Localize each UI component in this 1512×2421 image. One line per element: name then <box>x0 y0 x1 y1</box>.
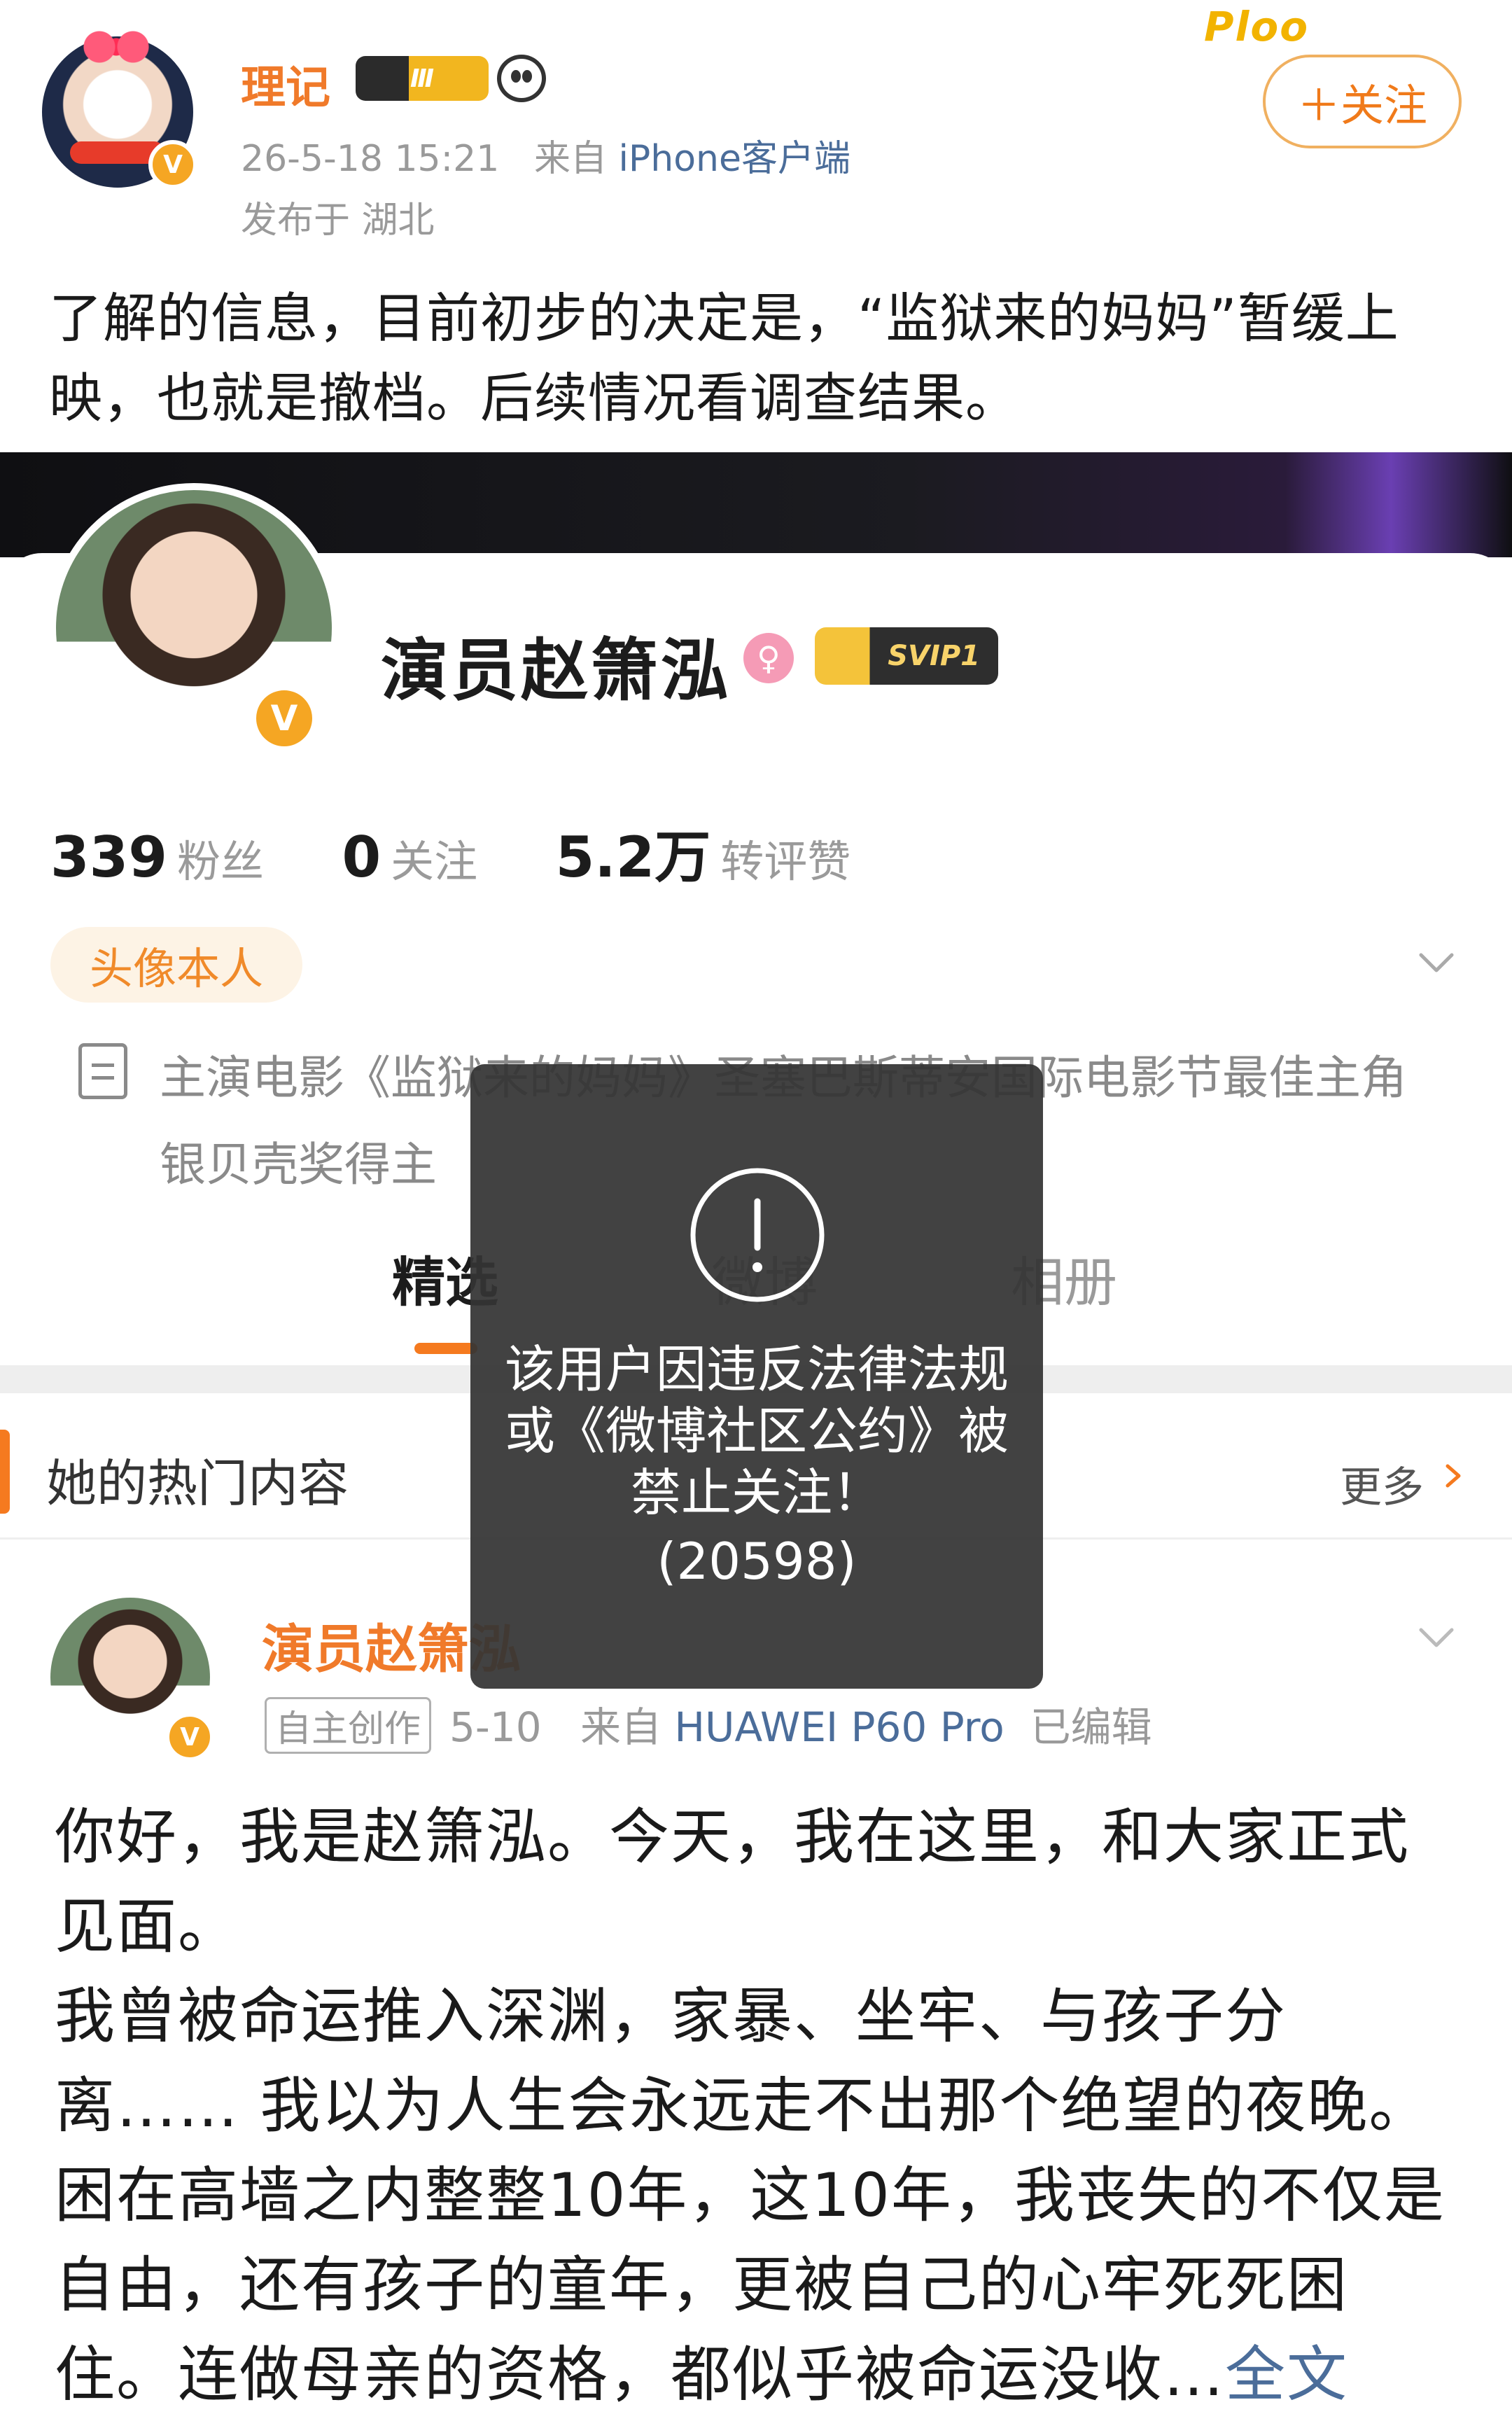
top-post-avatar[interactable]: V <box>42 29 197 189</box>
following-count[interactable]: 0 <box>342 825 381 890</box>
level-badge-icon: Ⅲ <box>356 56 489 101</box>
profile-name: 演员赵箫泓 <box>381 632 731 710</box>
post-meta: 自主创作 5-10 来自 HUAWEI P60 Pro 已编辑 <box>265 1694 1152 1754</box>
chevron-down-icon[interactable] <box>1417 942 1456 982</box>
interactions-count[interactable]: 5.2万 <box>556 825 711 890</box>
post-author-avatar[interactable]: V <box>50 1598 214 1761</box>
post-date: 5-10 <box>449 1703 542 1751</box>
verified-badge-icon: V <box>165 1712 214 1761</box>
chevron-right-icon[interactable] <box>1441 1463 1466 1488</box>
exclamation-circle-icon <box>690 1168 825 1302</box>
top-post-meta: 26-5-18 15:21 来自 iPhone客户端 <box>241 129 850 181</box>
svip-badge: SVIP1 <box>815 627 998 685</box>
edited-label: 已编辑 <box>1030 1703 1152 1751</box>
toast-message: 该用户因违反法律法规或《微博社区公约》被禁止关注！ <box>504 1340 1009 1522</box>
bow-decoration <box>83 29 150 64</box>
source-link[interactable]: iPhone客户端 <box>618 138 850 180</box>
active-tab-indicator <box>414 1343 477 1354</box>
followers-count[interactable]: 339 <box>50 825 167 890</box>
interactions-label: 转评赞 <box>720 836 851 887</box>
profile-stats: 339 粉丝 0 关注 5.2万 转评赞 <box>50 812 911 893</box>
original-content-chip: 自主创作 <box>265 1697 432 1754</box>
female-icon: ♀ <box>743 633 794 683</box>
source-prefix: 来自 <box>580 1703 662 1751</box>
timestamp: 26-5-18 15:21 <box>241 138 500 180</box>
top-post-username[interactable]: 理记 <box>241 52 330 116</box>
chevron-down-icon[interactable] <box>1417 1617 1456 1656</box>
followers-label: 粉丝 <box>177 836 265 887</box>
hot-content-title: 她的热门内容 <box>46 1454 349 1513</box>
top-post-text: 了解的信息，目前初步的决定是，“监狱来的妈妈”暂缓上映，也就是撤档。后续情况看调… <box>49 287 1399 429</box>
full-text-link[interactable]: 全文 <box>1225 2340 1348 2410</box>
post-text: 你好，我是赵箫泓。今天，我在这里，和大家正式见面。 我曾被命运推入深渊，家暴、坐… <box>55 1792 1469 2420</box>
more-link[interactable]: 更多 <box>1340 1453 1424 1514</box>
panda-icon <box>497 55 546 102</box>
location-label: 发布于 湖北 <box>241 200 435 242</box>
following-label: 关注 <box>391 836 478 887</box>
section-accent-bar <box>0 1430 10 1514</box>
verified-badge-icon: V <box>251 685 318 752</box>
follow-button[interactable]: ＋关注 <box>1263 55 1462 148</box>
source-prefix: 来自 <box>533 138 607 180</box>
profile-avatar[interactable]: V <box>49 483 339 773</box>
post-body: 你好，我是赵箫泓。今天，我在这里，和大家正式见面。 我曾被命运推入深渊，家暴、坐… <box>55 1802 1446 2410</box>
profile-tag-chip[interactable]: 头像本人 <box>50 927 302 1003</box>
toast-error-code: (20598) <box>657 1532 857 1591</box>
document-icon <box>78 1043 127 1099</box>
verified-badge-icon: V <box>148 140 197 189</box>
post-source-link[interactable]: HUAWEI P60 Pro <box>674 1703 1004 1751</box>
